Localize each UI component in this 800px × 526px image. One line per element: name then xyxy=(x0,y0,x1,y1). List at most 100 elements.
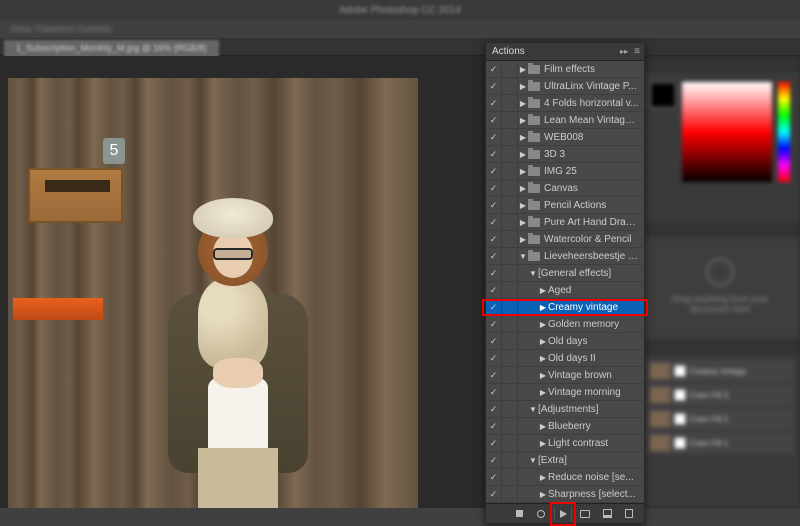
action-row[interactable]: ✓ ▶Old days xyxy=(486,333,644,350)
toggle-check[interactable]: ✓ xyxy=(486,129,502,145)
chevron-right-icon[interactable]: ▶ xyxy=(518,65,528,74)
dialog-toggle[interactable] xyxy=(502,163,518,179)
toggle-check[interactable]: ✓ xyxy=(486,469,502,485)
chevron-right-icon[interactable]: ▶ xyxy=(518,235,528,244)
toggle-check[interactable]: ✓ xyxy=(486,61,502,77)
chevron-right-icon[interactable]: ▶ xyxy=(538,320,548,329)
action-tree-cell[interactable]: ▶IMG 25 xyxy=(518,163,640,179)
action-tree-cell[interactable]: ▶Watercolor & Pencil xyxy=(518,231,640,247)
layer-row[interactable]: Color Fill 1 xyxy=(646,432,794,454)
action-tree-cell[interactable]: ▶UltraLinx Vintage P... xyxy=(518,78,640,94)
action-tree-cell[interactable]: ▶Vintage morning xyxy=(518,384,640,400)
action-row[interactable]: ✓▶Watercolor & Pencil xyxy=(486,231,644,248)
toggle-check[interactable]: ✓ xyxy=(486,163,502,179)
action-tree-cell[interactable]: ▶Old days II xyxy=(518,350,640,366)
dialog-toggle[interactable] xyxy=(502,418,518,434)
action-tree-cell[interactable]: ▶Vintage brown xyxy=(518,367,640,383)
action-tree-cell[interactable]: ▶WEB008 xyxy=(518,129,640,145)
action-tree-cell[interactable]: ▶Lean Mean Vintage ... xyxy=(518,112,640,128)
dialog-toggle[interactable] xyxy=(502,435,518,451)
action-tree-cell[interactable]: ▶Pencil Actions xyxy=(518,197,640,213)
action-row[interactable]: ✓ ▶Creamy vintage xyxy=(486,299,644,316)
action-row[interactable]: ✓▶4 Folds horizontal v... xyxy=(486,95,644,112)
dialog-toggle[interactable] xyxy=(502,401,518,417)
toggle-check[interactable]: ✓ xyxy=(486,95,502,111)
action-tree-cell[interactable]: ▶Creamy vintage xyxy=(518,299,640,315)
toggle-check[interactable]: ✓ xyxy=(486,180,502,196)
dialog-toggle[interactable] xyxy=(502,316,518,332)
record-button[interactable] xyxy=(532,507,550,521)
new-set-button[interactable] xyxy=(576,507,594,521)
chevron-right-icon[interactable]: ▶ xyxy=(518,167,528,176)
chevron-right-icon[interactable]: ▶ xyxy=(518,99,528,108)
action-row[interactable]: ✓ ▶Canvas xyxy=(486,180,644,197)
action-row[interactable]: ✓ ▶Blueberry xyxy=(486,418,644,435)
chevron-right-icon[interactable]: ▶ xyxy=(538,354,548,363)
dialog-toggle[interactable] xyxy=(502,282,518,298)
dialog-toggle[interactable] xyxy=(502,299,518,315)
chevron-down-icon[interactable]: ▼ xyxy=(528,456,538,465)
action-row[interactable]: ✓ ▼[Adjustments] xyxy=(486,401,644,418)
action-tree-cell[interactable]: ▶Canvas xyxy=(518,180,640,196)
action-row[interactable]: ✓▶Reduce noise [se... xyxy=(486,469,644,486)
toggle-check[interactable]: ✓ xyxy=(486,333,502,349)
toggle-check[interactable]: ✓ xyxy=(486,316,502,332)
dialog-toggle[interactable] xyxy=(502,61,518,77)
color-panel[interactable] xyxy=(640,72,800,222)
action-tree-cell[interactable]: ▶Sharpness [select... xyxy=(518,486,640,502)
toggle-check[interactable]: ✓ xyxy=(486,367,502,383)
dialog-toggle[interactable] xyxy=(502,333,518,349)
actions-panel-header[interactable]: Actions ▸▸ ≡ xyxy=(486,43,644,61)
action-tree-cell[interactable]: ▼[Adjustments] xyxy=(518,401,640,417)
chevron-right-icon[interactable]: ▶ xyxy=(518,116,528,125)
toggle-check[interactable]: ✓ xyxy=(486,401,502,417)
layer-row[interactable]: Color Fill 2 xyxy=(646,408,794,430)
chevron-right-icon[interactable]: ▶ xyxy=(538,490,548,499)
toggle-check[interactable]: ✓ xyxy=(486,112,502,128)
chevron-right-icon[interactable]: ▶ xyxy=(538,371,548,380)
toggle-check[interactable]: ✓ xyxy=(486,299,502,315)
chevron-right-icon[interactable]: ▶ xyxy=(518,201,528,210)
action-row[interactable]: ✓ ▶Film effects xyxy=(486,61,644,78)
action-row[interactable]: ✓▼[Extra] xyxy=(486,452,644,469)
chevron-down-icon[interactable]: ▼ xyxy=(528,269,538,278)
play-button[interactable] xyxy=(554,507,572,521)
toggle-check[interactable]: ✓ xyxy=(486,214,502,230)
action-row[interactable]: ✓ ▶WEB008 xyxy=(486,129,644,146)
dialog-toggle[interactable] xyxy=(502,384,518,400)
chevron-right-icon[interactable]: ▶ xyxy=(518,150,528,159)
chevron-right-icon[interactable]: ▶ xyxy=(518,82,528,91)
action-tree-cell[interactable]: ▶Old days xyxy=(518,333,640,349)
action-tree-cell[interactable]: ▼[General effects] xyxy=(518,265,640,281)
dialog-toggle[interactable] xyxy=(502,197,518,213)
action-row[interactable]: ✓▶Light contrast xyxy=(486,435,644,452)
toggle-check[interactable]: ✓ xyxy=(486,265,502,281)
toggle-check[interactable]: ✓ xyxy=(486,452,502,468)
libraries-panel[interactable]: Drag anything from your document here xyxy=(640,238,800,338)
dialog-toggle[interactable] xyxy=(502,248,518,264)
action-tree-cell[interactable]: ▶Golden memory xyxy=(518,316,640,332)
chevron-right-icon[interactable]: ▶ xyxy=(518,218,528,227)
chevron-right-icon[interactable]: ▶ xyxy=(538,388,548,397)
color-spectrum[interactable] xyxy=(682,82,772,182)
document-canvas[interactable]: 5 xyxy=(8,78,418,508)
action-tree-cell[interactable]: ▶3D 3 xyxy=(518,146,640,162)
action-tree-cell[interactable]: ▶Film effects xyxy=(518,61,640,77)
action-tree-cell[interactable]: ▶Blueberry xyxy=(518,418,640,434)
action-tree-cell[interactable]: ▶Light contrast xyxy=(518,435,640,451)
action-row[interactable]: ✓ ▶Vintage brown xyxy=(486,367,644,384)
panel-collapse-icon[interactable]: ▸▸ xyxy=(620,47,628,56)
dialog-toggle[interactable] xyxy=(502,146,518,162)
layer-row[interactable]: Creamy vintage xyxy=(646,360,794,382)
action-row[interactable]: ✓▼Lieveheersbeestje vi... xyxy=(486,248,644,265)
foreground-swatch[interactable] xyxy=(650,82,676,108)
dialog-toggle[interactable] xyxy=(502,367,518,383)
layers-panel[interactable]: Creamy vintageColor Fill 3Color Fill 2Co… xyxy=(640,354,800,508)
dialog-toggle[interactable] xyxy=(502,180,518,196)
chevron-right-icon[interactable]: ▶ xyxy=(538,439,548,448)
action-tree-cell[interactable]: ▶Aged xyxy=(518,282,640,298)
toggle-check[interactable]: ✓ xyxy=(486,418,502,434)
hue-slider[interactable] xyxy=(778,82,790,182)
chevron-right-icon[interactable]: ▶ xyxy=(518,184,528,193)
action-row[interactable]: ✓▶3D 3 xyxy=(486,146,644,163)
